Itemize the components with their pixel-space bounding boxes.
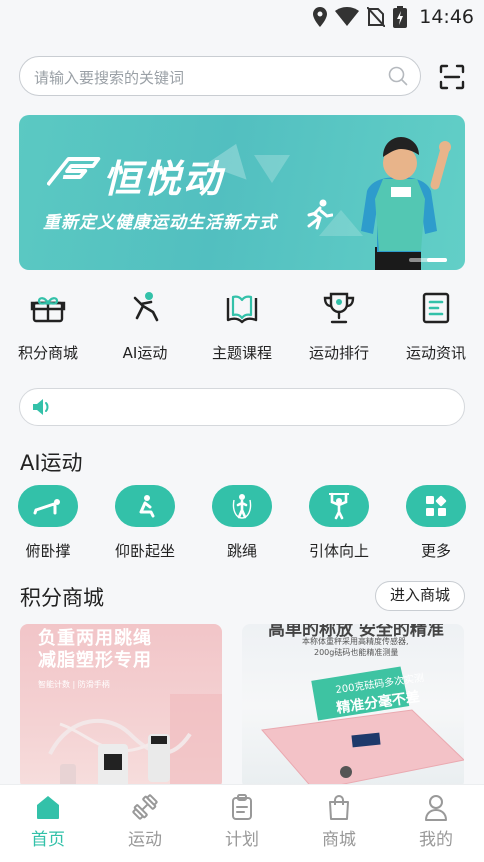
tab-label: 计划 [225, 830, 259, 850]
tab-label: 首页 [31, 830, 65, 850]
pullup-icon [329, 492, 349, 520]
tab-sport[interactable]: 运动 [97, 793, 193, 850]
ai-item-pill [212, 485, 272, 527]
mascot-figure [361, 137, 451, 270]
speaker-icon [33, 399, 49, 415]
quick-item-label: AI运动 [122, 344, 168, 362]
search-placeholder: 请输入要搜索的关键词 [34, 69, 185, 87]
ai-item-label: 更多 [420, 542, 451, 560]
ai-item-pill [18, 485, 78, 527]
pushup-icon [33, 499, 60, 515]
scan-icon[interactable] [439, 64, 465, 90]
ai-item-pill [309, 485, 369, 527]
no-sim-icon [367, 7, 386, 27]
product-card[interactable]: 负重两用跳绳 减脂塑形专用 智能计数 | 防滑手柄 [20, 624, 222, 789]
ai-item-situp[interactable]: 仰卧起坐 [97, 485, 193, 561]
shopping-bag-icon [329, 795, 349, 820]
status-icons: 14:46 [313, 5, 474, 29]
quick-item-points-mall[interactable]: 积分商城 [0, 288, 96, 363]
grid-more-icon [426, 495, 447, 516]
search-input[interactable]: 请输入要搜索的关键词 [19, 56, 421, 96]
product-description: 200g砝码也能精准测量 [314, 648, 399, 657]
quick-item-label: 积分商城 [17, 344, 78, 362]
product-headline: 减脂塑形专用 [38, 650, 152, 671]
ai-item-pushup[interactable]: 俯卧撑 [0, 485, 96, 561]
banner-decor-triangle [254, 155, 290, 183]
ai-sport-list: 俯卧撑 仰卧起坐 跳绳 引体向上 更多 [0, 485, 484, 565]
tab-mine[interactable]: 我的 [388, 793, 484, 850]
search-icon[interactable] [388, 66, 408, 86]
banner-pager [409, 258, 447, 262]
quick-item-ai-sport[interactable]: AI运动 [97, 288, 193, 363]
status-bar: 14:46 [0, 0, 484, 34]
runner-icon [307, 199, 333, 230]
mall-section-title: 积分商城 [20, 586, 104, 610]
bottom-tab-bar: 首页 运动 计划 商城 我的 [0, 784, 484, 862]
jump-rope-product-image [48, 694, 222, 789]
tab-label: 商城 [322, 830, 356, 850]
person-icon [425, 795, 447, 821]
brand-logo-icon [47, 157, 101, 187]
news-icon [422, 292, 450, 324]
dumbbell-icon [132, 794, 158, 820]
tab-plan[interactable]: 计划 [194, 793, 290, 850]
promo-banner[interactable]: 恒悦动 重新定义健康运动生活新方式 [19, 115, 465, 270]
product-card[interactable]: 高单的称放 安全的精准 本称体重秤采用高精度传感器, 200g砝码也能精准测量 … [242, 624, 464, 789]
home-icon [37, 796, 59, 819]
quick-item-label: 运动排行 [308, 344, 369, 362]
tab-home[interactable]: 首页 [0, 793, 96, 850]
ai-item-label: 引体向上 [308, 542, 369, 560]
ai-item-label: 俯卧撑 [25, 542, 71, 560]
ai-item-more[interactable]: 更多 [388, 485, 484, 561]
book-icon [226, 295, 258, 324]
notice-bar[interactable] [19, 388, 465, 426]
quick-item-theme-course[interactable]: 主题课程 [194, 288, 290, 363]
running-person-icon [133, 292, 159, 322]
jump-rope-icon [232, 494, 252, 519]
ai-section-title: AI运动 [20, 451, 83, 475]
situp-icon [139, 495, 155, 518]
product-description: 本称体重秤采用高精度传感器, [302, 637, 409, 646]
tab-label: 运动 [128, 830, 162, 850]
quick-item-label: 主题课程 [211, 344, 272, 362]
quick-menu: 积分商城 AI运动 主题课程 运动排行 运动资讯 [0, 288, 484, 368]
ai-item-pill [406, 485, 466, 527]
quick-item-label: 运动资讯 [405, 344, 466, 362]
tab-label: 我的 [419, 830, 453, 850]
enter-mall-button[interactable]: 进入商城 [375, 581, 465, 611]
tab-mall[interactable]: 商城 [291, 793, 387, 850]
status-time: 14:46 [419, 6, 474, 28]
ai-item-pullup[interactable]: 引体向上 [291, 485, 387, 561]
product-subline: 智能计数 | 防滑手柄 [38, 680, 110, 689]
ai-item-pill [115, 485, 175, 527]
location-icon [313, 7, 328, 27]
battery-charging-icon [393, 6, 408, 28]
quick-item-sport-ranking[interactable]: 运动排行 [291, 288, 387, 363]
ai-item-jump-rope[interactable]: 跳绳 [194, 485, 290, 561]
gift-icon [30, 297, 66, 323]
ai-item-label: 跳绳 [226, 542, 257, 560]
clipboard-icon [232, 794, 252, 820]
banner-brand: 恒悦动 [103, 157, 224, 201]
ai-item-label: 仰卧起坐 [114, 542, 175, 560]
quick-item-sport-news[interactable]: 运动资讯 [388, 288, 484, 363]
search-row: 请输入要搜索的关键词 [19, 56, 469, 96]
banner-slogan: 重新定义健康运动生活新方式 [43, 213, 277, 233]
wifi-icon [335, 7, 360, 26]
trophy-icon [323, 292, 355, 324]
